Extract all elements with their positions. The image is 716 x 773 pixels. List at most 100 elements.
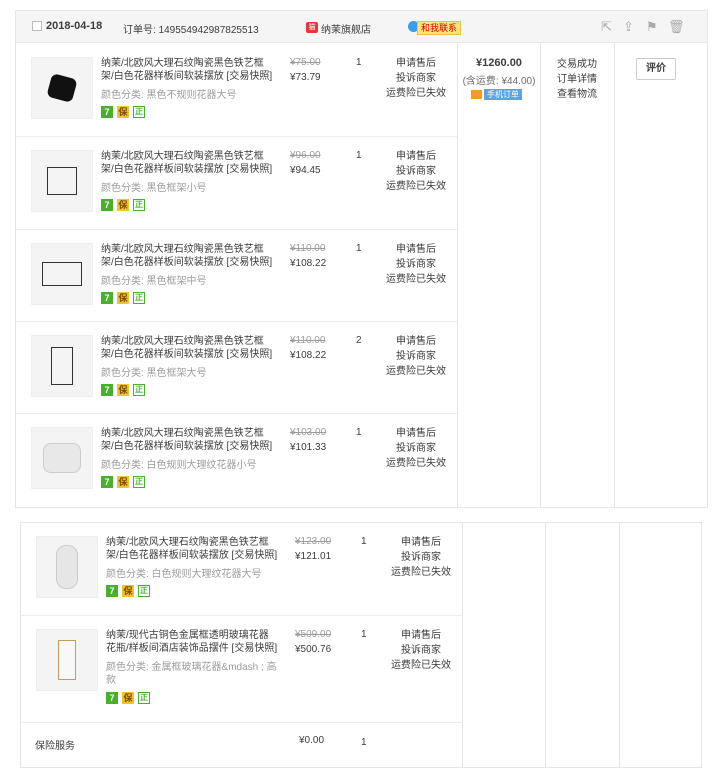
product-title-link[interactable]: 纳茉/现代古铜色金属框透明玻璃花器花瓶/样板间酒店装饰品摆件 [交易快照] <box>106 629 278 655</box>
complain-link[interactable]: 投诉商家 <box>381 257 451 272</box>
genuine-guarantee-icon[interactable]: 正 <box>138 585 150 597</box>
contact-seller-button[interactable]: 和我联系 <box>417 21 462 35</box>
quantity: 1 <box>356 57 362 68</box>
trash-icon[interactable]: 🗑 <box>668 19 685 35</box>
seven-day-return-icon[interactable]: 7 <box>101 384 113 396</box>
product-sku: 颜色分类: 白色规则大理纹花器小号 <box>101 460 257 471</box>
product-title-link[interactable]: 纳茉/北欧风大理石纹陶瓷黑色铁艺框架/白色花器样板间软装摆放 [交易快照] <box>101 427 273 453</box>
complain-link[interactable]: 投诉商家 <box>386 550 456 565</box>
unit-price: ¥94.45 <box>290 165 321 176</box>
product-title-link[interactable]: 纳茉/北欧风大理石纹陶瓷黑色铁艺框架/白色花器样板间软装摆放 [交易快照] <box>101 243 273 269</box>
product-thumbnail[interactable] <box>36 536 98 598</box>
product-sku: 颜色分类: 黑色框架小号 <box>101 183 207 194</box>
insurance-qty: 1 <box>361 737 367 748</box>
product-title-link[interactable]: 纳茉/北欧风大理石纹陶瓷黑色铁艺框架/白色花器样板间软装摆放 [交易快照] <box>101 57 273 83</box>
col-divider <box>614 43 615 508</box>
after-sale-link[interactable]: 申请售后 <box>381 334 451 349</box>
service-tags: 7 保 正 <box>101 384 145 396</box>
product-title-link[interactable]: 纳茉/北欧风大理石纹陶瓷黑色铁艺框架/白色花器样板间软装摆放 [交易快照] <box>106 536 278 562</box>
shipping-insurance-status: 运费险已失效 <box>386 88 446 99</box>
service-tags: 7 保 正 <box>106 585 150 597</box>
original-price: ¥509.00 <box>295 629 332 640</box>
consumer-protection-icon[interactable]: 保 <box>117 292 129 304</box>
shipping-insurance-status: 运费险已失效 <box>391 567 451 578</box>
seven-day-return-icon[interactable]: 7 <box>106 692 118 704</box>
complain-link[interactable]: 投诉商家 <box>381 164 451 179</box>
after-sale-link[interactable]: 申请售后 <box>381 242 451 257</box>
after-sale-link[interactable]: 申请售后 <box>381 426 451 441</box>
product-thumbnail[interactable] <box>31 427 93 489</box>
genuine-guarantee-icon[interactable]: 正 <box>133 199 145 211</box>
original-price: ¥96.00 <box>290 150 321 161</box>
quantity: 1 <box>356 150 362 161</box>
complain-link[interactable]: 投诉商家 <box>381 349 451 364</box>
product-thumbnail[interactable] <box>31 150 93 212</box>
tmall-shop-icon: 猫 <box>306 22 318 33</box>
after-sale-link[interactable]: 申请售后 <box>381 149 451 164</box>
mobile-order-badge: 手机订单 <box>471 89 522 100</box>
seven-day-return-icon[interactable]: 7 <box>106 585 118 597</box>
quantity: 1 <box>361 629 367 640</box>
shipping-insurance-status: 运费险已失效 <box>386 181 446 192</box>
item-actions: 申请售后 投诉商家 运费险已失效 <box>381 149 451 194</box>
share-icon[interactable]: ⇱ <box>601 19 612 35</box>
review-button[interactable]: 评价 <box>636 58 676 80</box>
item-actions: 申请售后 投诉商家 运费险已失效 <box>381 56 451 101</box>
seven-day-return-icon[interactable]: 7 <box>101 476 113 488</box>
after-sale-link[interactable]: 申请售后 <box>381 56 451 71</box>
service-tags: 7 保 正 <box>101 199 145 211</box>
complain-link[interactable]: 投诉商家 <box>381 441 451 456</box>
product-title-link[interactable]: 纳茉/北欧风大理石纹陶瓷黑色铁艺框架/白色花器样板间软装摆放 [交易快照] <box>101 150 273 176</box>
trade-success-status: 交易成功 <box>557 59 597 70</box>
seven-day-return-icon[interactable]: 7 <box>101 292 113 304</box>
shop-name-link[interactable]: 纳茉旗舰店 <box>321 21 371 36</box>
product-title-link[interactable]: 纳茉/北欧风大理石纹陶瓷黑色铁艺框架/白色花器样板间软装摆放 [交易快照] <box>101 335 273 361</box>
product-thumbnail[interactable] <box>31 57 93 119</box>
service-tags: 7 保 正 <box>106 692 150 704</box>
product-thumbnail[interactable] <box>31 243 93 305</box>
original-price: ¥75.00 <box>290 57 321 68</box>
product-sku: 颜色分类: 黑色不规则花器大号 <box>101 90 237 101</box>
service-tags: 7 保 正 <box>101 292 145 304</box>
original-price: ¥103.00 <box>290 427 327 438</box>
complain-link[interactable]: 投诉商家 <box>386 643 456 658</box>
consumer-protection-icon[interactable]: 保 <box>122 692 134 704</box>
shipping-insurance-status: 运费险已失效 <box>391 660 451 671</box>
phone-icon <box>471 90 482 99</box>
col-divider <box>457 43 458 508</box>
consumer-protection-icon[interactable]: 保 <box>122 585 134 597</box>
view-logistics-link[interactable]: 查看物流 <box>542 87 612 102</box>
consumer-protection-icon[interactable]: 保 <box>117 384 129 396</box>
consumer-protection-icon[interactable]: 保 <box>117 476 129 488</box>
item-actions: 申请售后 投诉商家 运费险已失效 <box>381 242 451 287</box>
col-divider <box>462 522 463 768</box>
order-checkbox[interactable] <box>32 21 42 31</box>
unit-price: ¥73.79 <box>290 72 321 83</box>
complain-link[interactable]: 投诉商家 <box>381 71 451 86</box>
quantity: 2 <box>356 335 362 346</box>
after-sale-link[interactable]: 申请售后 <box>386 628 456 643</box>
product-sku: 颜色分类: 白色规则大理纹花器大号 <box>106 569 262 580</box>
shipping-insurance-status: 运费险已失效 <box>386 366 446 377</box>
export-icon[interactable]: ⇪ <box>623 19 634 35</box>
genuine-guarantee-icon[interactable]: 正 <box>133 476 145 488</box>
product-sku: 颜色分类: 黑色框架中号 <box>101 276 207 287</box>
order-date: 2018-04-18 <box>46 20 103 32</box>
genuine-guarantee-icon[interactable]: 正 <box>138 692 150 704</box>
consumer-protection-icon[interactable]: 保 <box>117 199 129 211</box>
product-thumbnail[interactable] <box>31 335 93 397</box>
genuine-guarantee-icon[interactable]: 正 <box>133 106 145 118</box>
seven-day-return-icon[interactable]: 7 <box>101 199 113 211</box>
seven-day-return-icon[interactable]: 7 <box>101 106 113 118</box>
flag-icon[interactable]: ⚑ <box>646 19 658 35</box>
product-thumbnail[interactable] <box>36 629 98 691</box>
order-number: 订单号: 149554942987825513 <box>123 25 259 36</box>
item-actions: 申请售后 投诉商家 运费险已失效 <box>381 334 451 379</box>
genuine-guarantee-icon[interactable]: 正 <box>133 292 145 304</box>
consumer-protection-icon[interactable]: 保 <box>117 106 129 118</box>
after-sale-link[interactable]: 申请售后 <box>386 535 456 550</box>
order-status-links: 交易成功 订单详情 查看物流 <box>542 57 612 102</box>
genuine-guarantee-icon[interactable]: 正 <box>133 384 145 396</box>
col-divider <box>540 43 541 508</box>
order-detail-link[interactable]: 订单详情 <box>542 72 612 87</box>
